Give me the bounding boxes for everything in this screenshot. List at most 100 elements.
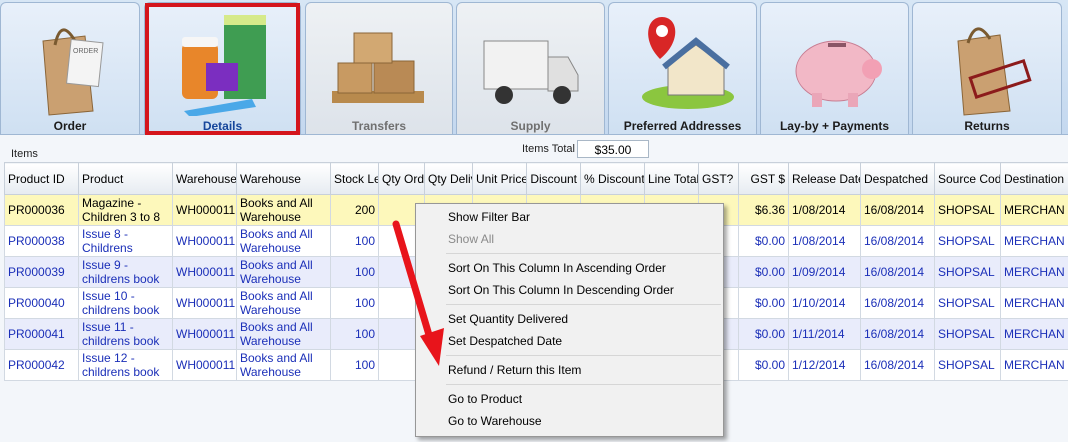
table-cell[interactable]: $6.36 [738, 194, 789, 226]
table-cell[interactable]: $0.00 [738, 287, 789, 319]
table-cell[interactable]: PR000038 [4, 225, 79, 257]
piggy-bank-icon [780, 11, 890, 116]
table-cell[interactable]: 1/08/2014 [788, 225, 861, 257]
table-cell[interactable]: 100 [330, 287, 379, 319]
table-cell[interactable]: 1/12/2014 [788, 349, 861, 381]
menu-item-set-despatched-date[interactable]: Set Despatched Date [416, 330, 723, 352]
table-cell[interactable]: SHOPSAL [934, 318, 1001, 350]
table-cell[interactable]: WH000011 [172, 318, 237, 350]
tab-preferred-addresses[interactable]: Preferred Addresses [608, 2, 757, 134]
table-cell[interactable]: PR000042 [4, 349, 79, 381]
table-cell[interactable]: 16/08/2014 [860, 194, 935, 226]
table-cell[interactable]: Books and All Warehouse [236, 225, 331, 257]
table-cell[interactable]: MERCHAN [1000, 225, 1068, 257]
table-cell[interactable]: PR000039 [4, 256, 79, 288]
table-cell[interactable]: Books and All Warehouse [236, 256, 331, 288]
column-header[interactable]: Line Total [644, 162, 699, 195]
menu-item-set-quantity-delivered[interactable]: Set Quantity Delivered [416, 308, 723, 330]
table-cell[interactable]: 16/08/2014 [860, 225, 935, 257]
tab-returns[interactable]: Returns [912, 2, 1062, 134]
column-header[interactable]: Despatched [860, 162, 935, 195]
table-cell[interactable]: 1/10/2014 [788, 287, 861, 319]
table-cell[interactable]: MERCHAN [1000, 256, 1068, 288]
table-cell[interactable]: Magazine - Children 3 to 8 [78, 194, 173, 226]
tab-lay-by-payments[interactable]: Lay-by + Payments [760, 2, 909, 134]
table-cell[interactable]: Books and All Warehouse [236, 318, 331, 350]
column-header[interactable]: Qty Delivered [424, 162, 473, 195]
column-header[interactable]: Destination Code [1000, 162, 1068, 195]
table-cell[interactable]: $0.00 [738, 318, 789, 350]
table-cell[interactable]: 200 [330, 194, 379, 226]
table-cell[interactable]: SHOPSAL [934, 194, 1001, 226]
table-cell[interactable]: SHOPSAL [934, 287, 1001, 319]
table-cell[interactable]: SHOPSAL [934, 349, 1001, 381]
tab-details[interactable]: Details [144, 2, 301, 135]
column-header[interactable]: Source Code [934, 162, 1001, 195]
column-header[interactable]: Product ID [4, 162, 79, 195]
table-cell[interactable]: Books and All Warehouse [236, 194, 331, 226]
column-header[interactable]: Qty Ordered [378, 162, 425, 195]
column-header[interactable]: Release Date [788, 162, 861, 195]
table-cell[interactable]: WH000011 [172, 287, 237, 319]
table-cell[interactable]: 100 [330, 256, 379, 288]
table-cell[interactable]: 1/09/2014 [788, 256, 861, 288]
table-cell[interactable]: MERCHAN [1000, 194, 1068, 226]
table-cell[interactable]: PR000040 [4, 287, 79, 319]
menu-item-show-all: Show All [448, 232, 495, 246]
menu-item-sort-on-this-column-in-descending-order[interactable]: Sort On This Column In Descending Order [416, 279, 723, 301]
table-cell[interactable]: PR000036 [4, 194, 79, 226]
pallet-boxes-icon [324, 11, 434, 116]
rejected-bag-icon [932, 11, 1042, 116]
table-cell[interactable]: WH000011 [172, 225, 237, 257]
table-cell[interactable]: WH000011 [172, 349, 237, 381]
table-cell[interactable]: $0.00 [738, 256, 789, 288]
table-cell[interactable]: MERCHAN [1000, 318, 1068, 350]
table-cell[interactable]: PR000041 [4, 318, 79, 350]
menu-item-go-to-product[interactable]: Go to Product [416, 388, 723, 410]
table-cell[interactable]: SHOPSAL [934, 256, 1001, 288]
table-cell[interactable]: 100 [330, 225, 379, 257]
column-header[interactable]: % Discount [580, 162, 645, 195]
menu-item-sort-on-this-column-in-ascending-order[interactable]: Sort On This Column In Ascending Order [416, 257, 723, 279]
table-cell[interactable]: 16/08/2014 [860, 318, 935, 350]
table-cell[interactable]: Issue 11 - childrens book [78, 318, 173, 350]
column-header[interactable]: Unit Price [472, 162, 527, 195]
table-cell[interactable]: Issue 10 - childrens book [78, 287, 173, 319]
table-cell[interactable]: $0.00 [738, 225, 789, 257]
table-cell[interactable]: MERCHAN [1000, 287, 1068, 319]
column-header[interactable]: Product [78, 162, 173, 195]
table-cell[interactable]: 1/11/2014 [788, 318, 861, 350]
column-header[interactable]: Stock Level [330, 162, 379, 195]
column-header[interactable]: GST $ [738, 162, 789, 195]
tab-supply[interactable]: Supply [456, 2, 605, 134]
table-cell[interactable]: WH000011 [172, 194, 237, 226]
tab-label: Lay-by + Payments [779, 119, 890, 133]
tab-transfers[interactable]: Transfers [305, 2, 453, 134]
table-cell[interactable]: 16/08/2014 [860, 256, 935, 288]
table-cell[interactable]: Books and All Warehouse [236, 287, 331, 319]
menu-item-go-to-warehouse[interactable]: Go to Warehouse [416, 410, 723, 432]
table-cell[interactable]: Issue 9 - childrens book [78, 256, 173, 288]
table-cell[interactable]: MERCHAN [1000, 349, 1068, 381]
table-cell[interactable]: 16/08/2014 [860, 287, 935, 319]
table-cell[interactable]: Issue 12 - childrens book [78, 349, 173, 381]
table-cell[interactable]: SHOPSAL [934, 225, 1001, 257]
menu-separator [446, 253, 721, 254]
table-cell[interactable]: 100 [330, 318, 379, 350]
table-cell[interactable]: 16/08/2014 [860, 349, 935, 381]
table-cell[interactable]: 1/08/2014 [788, 194, 861, 226]
table-cell[interactable]: 100 [330, 349, 379, 381]
table-cell[interactable]: $0.00 [738, 349, 789, 381]
tab-order[interactable]: ORDER Order [0, 2, 140, 134]
svg-text:ORDER: ORDER [73, 48, 98, 55]
table-cell[interactable]: Issue 8 - Childrens [78, 225, 173, 257]
column-header[interactable]: Warehouse ID [172, 162, 237, 195]
column-header[interactable]: Warehouse [236, 162, 331, 195]
table-cell[interactable]: WH000011 [172, 256, 237, 288]
menu-item-show-filter-bar[interactable]: Show Filter Bar [416, 206, 723, 228]
shopping-bag-order-icon: ORDER [15, 11, 125, 116]
table-cell[interactable]: Books and All Warehouse [236, 349, 331, 381]
column-header[interactable]: Discount [526, 162, 581, 195]
column-header[interactable]: GST? [698, 162, 739, 195]
menu-item-refund-return-this-item[interactable]: Refund / Return this Item [416, 359, 723, 381]
